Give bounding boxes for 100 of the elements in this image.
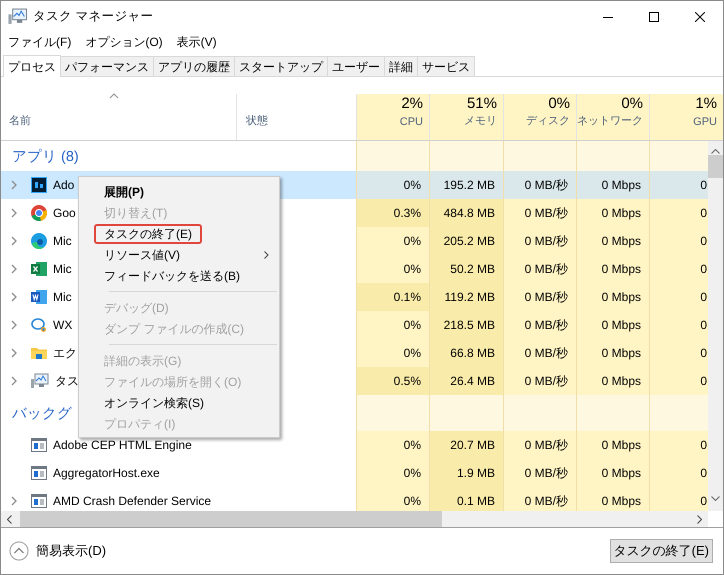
window-icon: [31, 494, 47, 508]
column-header[interactable]: 名前: [9, 113, 236, 128]
dark-tile-icon: [31, 177, 47, 193]
expand-chevron-icon[interactable]: [10, 264, 18, 274]
table-cell: 0 MB/秒: [503, 227, 576, 255]
spreadsheet-icon: [31, 261, 47, 277]
process-name: WX: [53, 318, 72, 332]
group-title: バックグ: [12, 404, 72, 422]
column-header[interactable]: ネットワーク: [577, 113, 643, 128]
column-header[interactable]: CPU: [400, 116, 423, 128]
chat-bubble-icon: [31, 317, 47, 333]
expand-chevron-icon[interactable]: [10, 292, 18, 302]
table-cell: 218.5 MB: [429, 311, 503, 339]
tab[interactable]: サービス: [417, 56, 475, 76]
table-cell: 0.1%: [356, 283, 429, 311]
table-cell: 0 MB/秒: [503, 431, 576, 459]
tab[interactable]: スタートアップ: [234, 56, 328, 76]
table-cell: 0 MB/秒: [503, 255, 576, 283]
table-cell: 0: [649, 255, 708, 283]
column-header[interactable]: GPU: [693, 116, 717, 128]
menu-item[interactable]: タスクの終了(E): [94, 224, 202, 244]
scroll-up-icon[interactable]: [711, 149, 720, 154]
table-cell: 0 Mbps: [576, 171, 649, 199]
table-cell: 0: [649, 459, 708, 487]
table-cell: 0: [649, 311, 708, 339]
expand-chevron-icon[interactable]: [10, 180, 18, 190]
column-total: 0%: [548, 95, 570, 112]
close-icon: [695, 12, 705, 22]
process-name: エク: [53, 344, 77, 362]
horizontal-scrollbar[interactable]: [1, 511, 723, 528]
end-task-button[interactable]: タスクの終了(E): [610, 539, 713, 563]
tab[interactable]: 詳細: [384, 56, 418, 76]
table-cell: 0 MB/秒: [503, 171, 576, 199]
table-cell: 0.1 MB: [429, 487, 503, 511]
column-header[interactable]: メモリ: [464, 113, 497, 128]
table-cell: 0 MB/秒: [503, 311, 576, 339]
scroll-right-icon[interactable]: [697, 514, 702, 524]
table-cell: 0 Mbps: [576, 367, 649, 395]
compact-view-toggle[interactable]: 簡易表示(D): [9, 541, 106, 561]
process-name: Mic: [53, 290, 72, 304]
table-cell: 66.8 MB: [429, 339, 503, 367]
column-header[interactable]: 状態: [246, 113, 356, 128]
table-cell: 0%: [356, 171, 429, 199]
table-cell: 0: [649, 339, 708, 367]
table-cell: 1.9 MB: [429, 459, 503, 487]
menu-item[interactable]: ファイル(F): [8, 34, 72, 50]
table-cell: 0: [649, 227, 708, 255]
column-total: 51%: [466, 95, 497, 112]
table-cell: 0: [649, 367, 708, 395]
process-name: Mic: [53, 262, 72, 276]
vertical-scrollbar[interactable]: [708, 141, 723, 511]
table-cell: 484.8 MB: [429, 199, 503, 227]
menu-item[interactable]: リソース値(V): [94, 244, 190, 264]
column-total: 1%: [695, 95, 717, 112]
table-cell: 0.3%: [356, 199, 429, 227]
column-header[interactable]: ディスク: [526, 113, 570, 128]
menu-item[interactable]: オンライン検索(S): [94, 392, 214, 412]
tab[interactable]: アプリの履歴: [153, 56, 235, 76]
table-cell: 0%: [356, 227, 429, 255]
scrollbar-thumb[interactable]: [708, 155, 723, 178]
menu-item[interactable]: 表示(V): [176, 34, 217, 50]
tab[interactable]: パフォーマンス: [60, 56, 154, 76]
table-cell: 20.7 MB: [429, 431, 503, 459]
table-cell: 0: [649, 283, 708, 311]
table-cell: 0.5%: [356, 367, 429, 395]
table-cell: 0 Mbps: [576, 311, 649, 339]
expand-chevron-icon[interactable]: [10, 496, 18, 506]
process-name: Goo: [53, 206, 76, 220]
expand-chevron-icon[interactable]: [10, 236, 18, 246]
table-cell: 0 MB/秒: [503, 199, 576, 227]
table-cell: 205.2 MB: [429, 227, 503, 255]
swirl-icon: [31, 233, 47, 249]
menu-item[interactable]: 展開(P): [94, 182, 154, 202]
table-cell: 0: [649, 199, 708, 227]
table-cell: 0%: [356, 339, 429, 367]
column-total: 0%: [621, 95, 643, 112]
table-cell: 0 MB/秒: [503, 459, 576, 487]
table-cell: 0 MB/秒: [503, 283, 576, 311]
expand-chevron-icon[interactable]: [10, 376, 18, 386]
menu-item[interactable]: オプション(O): [85, 34, 163, 50]
tab[interactable]: プロセス: [3, 55, 61, 77]
window-icon: [31, 438, 47, 452]
scrollbar-thumb[interactable]: [20, 511, 442, 527]
scroll-left-icon[interactable]: [7, 514, 12, 524]
scroll-down-icon[interactable]: [711, 496, 720, 501]
table-cell: 0 MB/秒: [503, 339, 576, 367]
table-cell: 0 Mbps: [576, 227, 649, 255]
table-cell: 119.2 MB: [429, 283, 503, 311]
expand-chevron-icon[interactable]: [10, 320, 18, 330]
maximize-icon: [649, 12, 659, 22]
expand-chevron-icon[interactable]: [10, 208, 18, 218]
menu-item[interactable]: フィードバックを送る(B): [94, 266, 250, 286]
expand-chevron-icon[interactable]: [10, 348, 18, 358]
ring-icon: [31, 205, 47, 221]
table-cell: 26.4 MB: [429, 367, 503, 395]
process-name: Adobe CEP HTML Engine: [53, 438, 192, 452]
process-name: Mic: [53, 234, 72, 248]
process-name: AMD Crash Defender Service: [53, 494, 212, 508]
tab[interactable]: ユーザー: [327, 56, 385, 76]
table-cell: 0 Mbps: [576, 459, 649, 487]
